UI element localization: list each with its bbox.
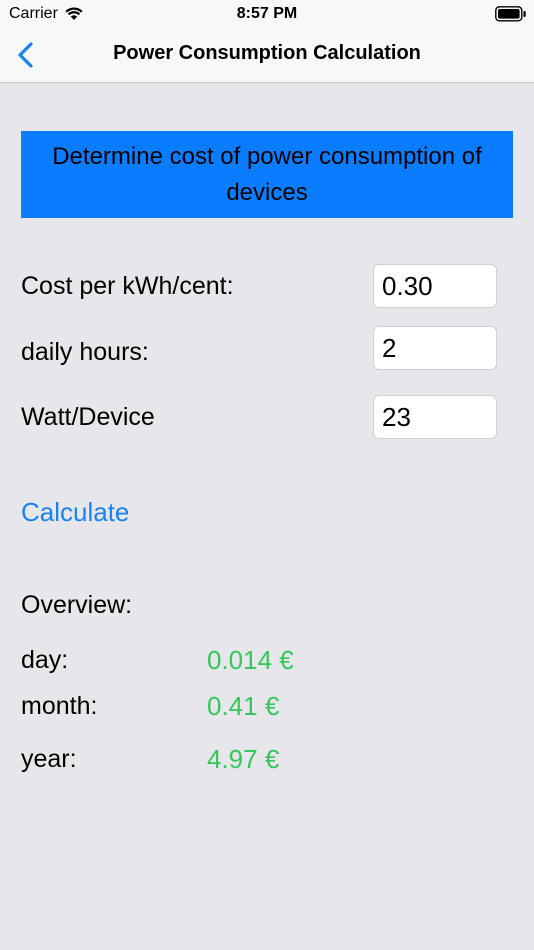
- day-label: day:: [21, 646, 69, 674]
- daily-hours-field[interactable]: 2: [373, 326, 497, 370]
- year-label: year:: [21, 745, 77, 773]
- page-title: Power Consumption Calculation: [113, 42, 421, 64]
- status-time: 8:57 PM: [236, 5, 298, 22]
- status-bar: Carrier 8:57 PM: [0, 0, 534, 28]
- daily-hours-label: daily hours:: [21, 338, 149, 366]
- battery-icon: [495, 6, 526, 22]
- day-value: 0.014 €: [207, 645, 294, 675]
- calculate-button[interactable]: Calculate: [21, 497, 129, 528]
- watt-per-device-label: Watt/Device: [21, 403, 155, 431]
- watt-per-device-field[interactable]: 23: [373, 395, 497, 439]
- cost-per-kwh-label: Cost per kWh/cent:: [21, 272, 234, 300]
- overview-title: Overview:: [21, 591, 133, 619]
- year-value: 4.97 €: [207, 744, 280, 774]
- navigation-bar: Power Consumption Calculation: [0, 28, 534, 83]
- cost-per-kwh-field[interactable]: 0.30: [373, 264, 497, 308]
- month-value: 0.41 €: [207, 691, 280, 721]
- description-banner: Determine cost of power consumption of d…: [21, 131, 513, 218]
- month-label: month:: [21, 692, 98, 720]
